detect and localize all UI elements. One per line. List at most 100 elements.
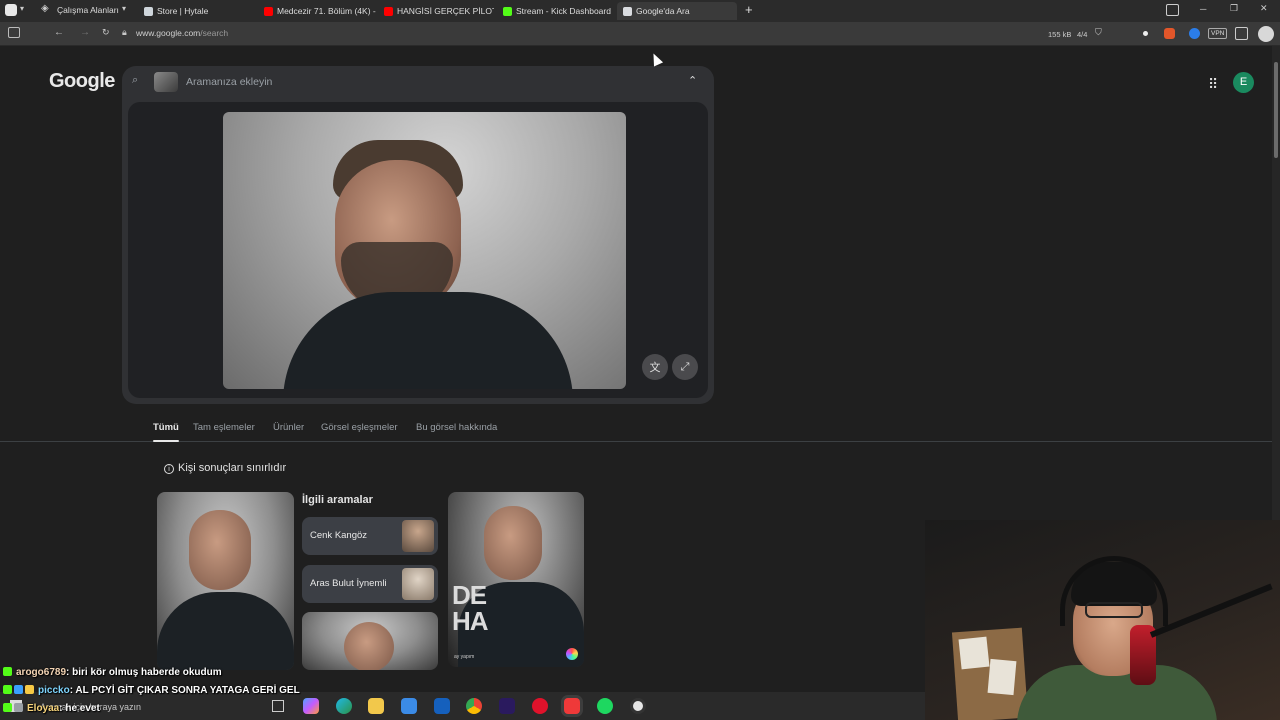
tab-products[interactable]: Ürünler xyxy=(273,422,304,433)
window-minimize-button[interactable]: ─ xyxy=(1200,4,1206,14)
premiere-icon[interactable] xyxy=(499,698,515,714)
tab-label: Stream - Kick Dashboard xyxy=(516,6,611,16)
result-image-1[interactable] xyxy=(157,492,294,670)
tab-pilot[interactable]: HANGİSİ GERÇEK PİLOT?! xyxy=(378,2,494,20)
workspace-chevron-icon[interactable]: ▾ xyxy=(122,4,126,13)
file-explorer-icon[interactable] xyxy=(368,698,384,714)
url-field[interactable]: www.google.com/search xyxy=(136,28,228,38)
google-logo[interactable]: Google xyxy=(49,70,115,93)
note-paper xyxy=(958,636,990,670)
portrait-suit xyxy=(283,292,573,389)
youtube-icon xyxy=(384,6,393,16)
related-image-card[interactable] xyxy=(302,612,438,670)
kick-badge-icon xyxy=(3,667,12,676)
tab-label: Store | Hytale xyxy=(157,6,209,16)
forward-arrow-icon[interactable]: → xyxy=(80,27,90,38)
tab-label: Medcezir 71. Bölüm (4K) - xyxy=(277,6,376,16)
taskbar: Aramak için buraya yazın xyxy=(0,692,925,720)
poster-title: DEHA xyxy=(452,580,489,636)
chat-username: piccko xyxy=(38,685,70,696)
lens-search-panel: ⌕ Aramanıza ekleyin ⌃ 文 ⤢ xyxy=(122,66,714,404)
panel-toggle-icon[interactable] xyxy=(8,27,20,38)
kick-badge-icon xyxy=(3,703,12,712)
chevron-down-icon[interactable]: ▾ xyxy=(20,4,24,13)
scrollbar-thumb[interactable] xyxy=(1274,62,1278,158)
chat-text: : AL PCYİ GİT ÇIKAR SONRA YATAGA GERİ GE… xyxy=(69,685,300,696)
obs-icon[interactable] xyxy=(630,698,646,714)
search-icon: ⌕ xyxy=(132,74,139,86)
account-avatar[interactable]: E xyxy=(1233,72,1254,93)
lock-icon[interactable]: 🔒︎ xyxy=(122,27,127,38)
bookmark-icon[interactable]: ⛉ xyxy=(1095,27,1102,38)
search-input[interactable]: Aramanıza ekleyin xyxy=(186,76,272,88)
chip-thumbnail xyxy=(402,520,434,552)
collapse-chevron-icon[interactable]: ⌃ xyxy=(688,74,697,87)
mic-arm xyxy=(1149,583,1273,638)
tab-visual-matches[interactable]: Görsel eşleşmeler xyxy=(321,422,398,433)
notice-text: Kişi sonuçları sınırlıdır xyxy=(178,462,287,474)
person-suit xyxy=(157,592,294,670)
window-close-button[interactable]: ✕ xyxy=(1260,3,1268,14)
person-face xyxy=(484,506,542,580)
mail-icon[interactable] xyxy=(1166,4,1179,16)
youtube-icon xyxy=(264,6,273,16)
reload-icon[interactable]: ↻ xyxy=(102,27,110,38)
related-search-chip[interactable]: Aras Bulut İynemli xyxy=(302,565,438,603)
vivaldi-icon[interactable] xyxy=(564,698,580,714)
profile-icon[interactable] xyxy=(1258,26,1274,42)
tab-all[interactable]: Tümü xyxy=(153,422,179,442)
back-arrow-icon[interactable]: ← xyxy=(54,27,64,38)
url-host: www.google.com xyxy=(136,28,201,38)
vpn-badge[interactable]: VPN xyxy=(1208,28,1228,39)
query-image[interactable] xyxy=(223,112,626,389)
tab-medcezir[interactable]: Medcezir 71. Bölüm (4K) - xyxy=(258,2,376,20)
webcam-overlay xyxy=(925,520,1280,720)
poster-image[interactable]: DEHA ay yapım xyxy=(448,492,584,667)
people-results-notice: i Kişi sonuçları sınırlıdır xyxy=(164,462,286,474)
window-restore-button[interactable]: ❐ xyxy=(1230,3,1238,14)
workspace-label[interactable]: Çalışma Alanları xyxy=(57,5,119,15)
glasses xyxy=(1085,602,1143,618)
task-view-icon[interactable] xyxy=(272,700,284,712)
extension-shop-icon[interactable] xyxy=(1164,28,1175,39)
tab-store-hytale[interactable]: Store | Hytale xyxy=(138,2,256,20)
outlook-icon[interactable] xyxy=(434,698,450,714)
translate-button[interactable]: 文 xyxy=(642,354,668,380)
tab-exact-matches[interactable]: Tam eşlemeler xyxy=(193,422,255,433)
expand-button[interactable]: ⤢ xyxy=(672,354,698,380)
chat-username: Eloyaa xyxy=(27,703,60,714)
tab-kick-dashboard[interactable]: Stream - Kick Dashboard xyxy=(497,2,615,20)
related-searches-title: İlgili aramalar xyxy=(302,494,373,506)
tab-about-image[interactable]: Bu görsel hakkında xyxy=(416,422,497,433)
copilot-icon[interactable] xyxy=(303,698,319,714)
vivaldi-menu-icon[interactable] xyxy=(5,4,17,16)
new-tab-button[interactable]: + xyxy=(745,2,753,17)
spotify-icon[interactable] xyxy=(597,698,613,714)
edge-icon[interactable] xyxy=(336,698,352,714)
extensions-icon[interactable] xyxy=(1235,27,1248,40)
chrome-icon[interactable] xyxy=(466,698,482,714)
moderator-badge-icon xyxy=(14,703,23,712)
tab-label: HANGİSİ GERÇEK PİLOT?! xyxy=(397,6,494,16)
extension-dot-icon[interactable] xyxy=(1143,31,1148,36)
chat-overlay: arogo6789: biri kör olmuş haberde okudum… xyxy=(0,667,925,714)
tab-bar: ▾ ◈ Çalışma Alanları ▾ Store | Hytale Me… xyxy=(0,0,1280,22)
channel-logo-icon xyxy=(566,648,578,660)
page-size-readout: 155 kB xyxy=(1048,30,1072,39)
query-image-thumbnail[interactable] xyxy=(154,72,178,92)
person-face xyxy=(189,510,251,590)
gift-badge-icon xyxy=(25,685,34,694)
store-icon[interactable] xyxy=(401,698,417,714)
related-search-chip[interactable]: Cenk Kangöz xyxy=(302,517,438,555)
search-bar[interactable]: ⌕ Aramanıza ekleyin ⌃ xyxy=(122,66,714,98)
chat-message: Eloyaa: he evet xyxy=(3,703,100,714)
chat-message: piccko: AL PCYİ GİT ÇIKAR SONRA YATAGA G… xyxy=(3,685,300,696)
chat-text: : he evet xyxy=(59,703,100,714)
extension-blue-icon[interactable] xyxy=(1189,28,1200,39)
apps-grid-icon[interactable]: ⠿ xyxy=(1208,76,1218,93)
workspace-icon[interactable]: ◈ xyxy=(41,3,49,14)
kick-badge-icon xyxy=(3,685,12,694)
tab-google-search[interactable]: Google'da Ara xyxy=(617,2,737,20)
opera-icon[interactable] xyxy=(532,698,548,714)
kick-icon xyxy=(503,6,512,16)
